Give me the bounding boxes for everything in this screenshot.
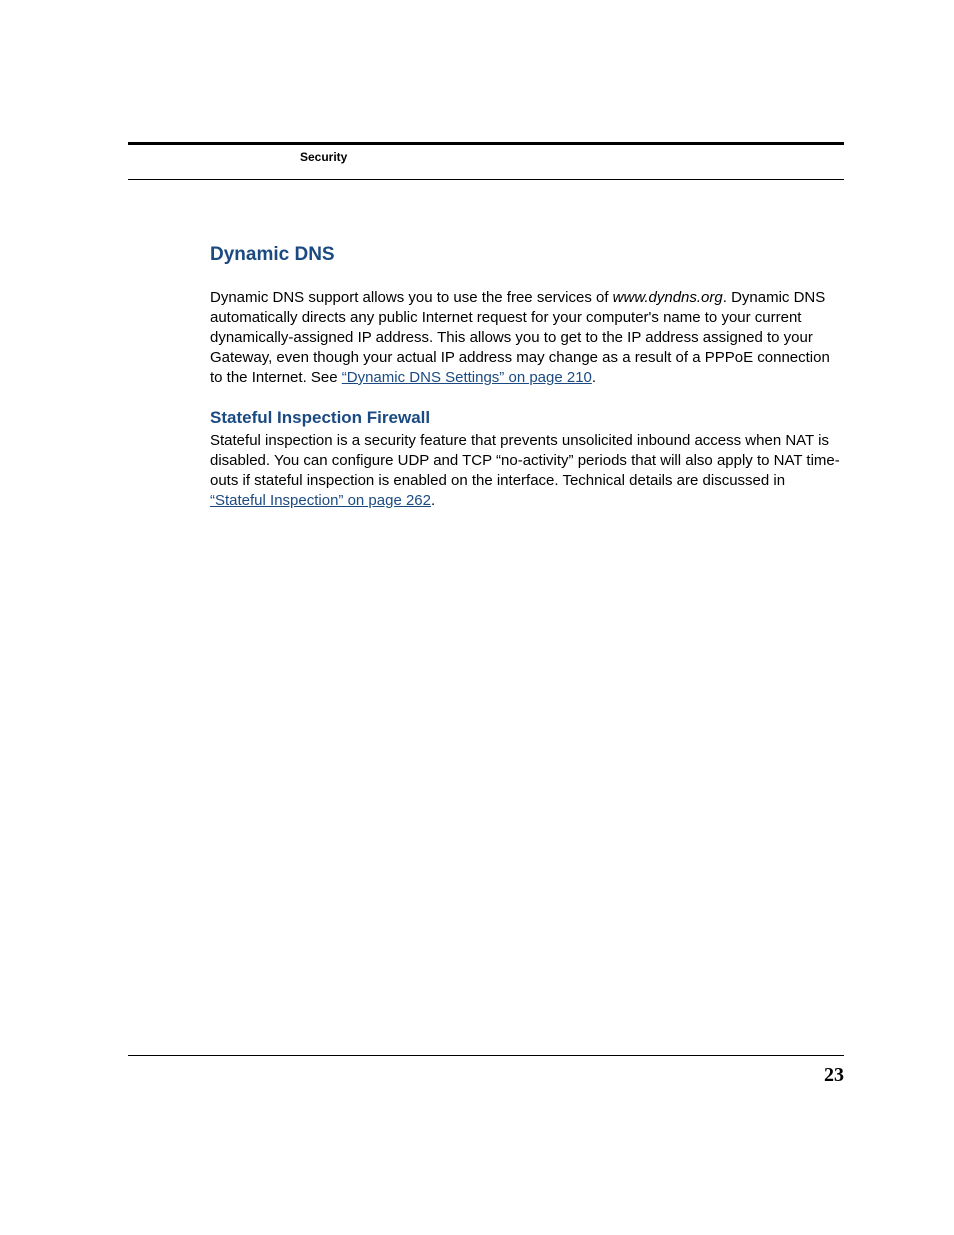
- text-fragment: Dynamic DNS support allows you to use th…: [210, 289, 613, 306]
- heading-stateful-firewall: Stateful Inspection Firewall: [210, 408, 844, 428]
- header-section-label: Security: [300, 150, 347, 164]
- heading-dynamic-dns: Dynamic DNS: [210, 244, 844, 266]
- paragraph-dynamic-dns: Dynamic DNS support allows you to use th…: [210, 288, 844, 388]
- site-url-italic: www.dyndns.org: [613, 289, 723, 306]
- link-stateful-inspection[interactable]: “Stateful Inspection” on page 262: [210, 492, 431, 509]
- text-fragment: Stateful inspection is a security featur…: [210, 432, 840, 489]
- link-dynamic-dns-settings[interactable]: “Dynamic DNS Settings” on page 210: [342, 369, 592, 386]
- document-page: Security Dynamic DNS Dynamic DNS support…: [0, 0, 954, 1235]
- footer-rule: [128, 1055, 844, 1056]
- header-rule-bottom: [128, 179, 844, 180]
- content-area: Dynamic DNS Dynamic DNS support allows y…: [210, 244, 844, 528]
- page-number: 23: [824, 1064, 844, 1087]
- text-fragment: .: [592, 369, 596, 386]
- text-fragment: .: [431, 492, 435, 509]
- paragraph-stateful-firewall: Stateful inspection is a security featur…: [210, 431, 844, 511]
- header-rule-top: [128, 142, 844, 145]
